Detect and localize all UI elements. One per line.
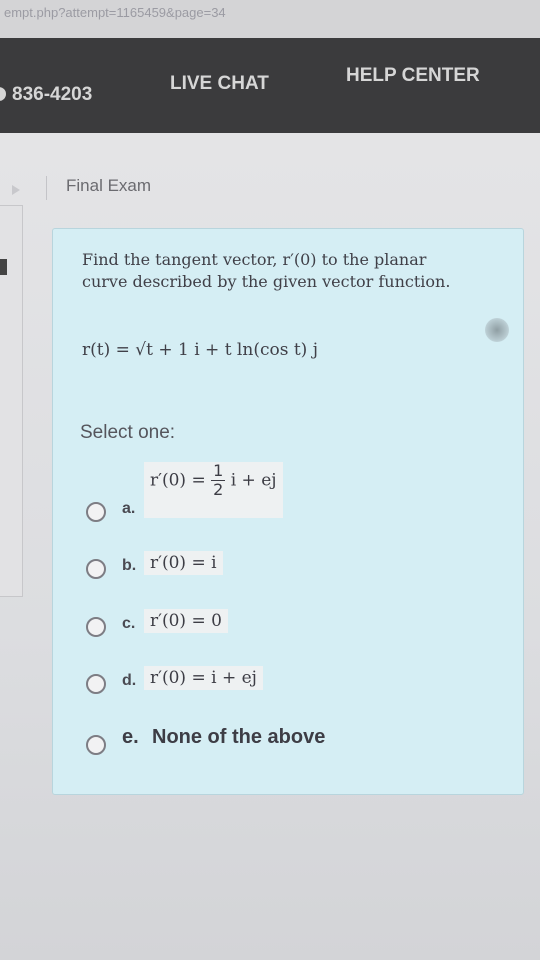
option-c-math[interactable]: r′(0) = 0	[144, 609, 228, 633]
live-chat-link[interactable]: LIVE CHAT	[170, 73, 269, 95]
breadcrumb-divider	[46, 176, 47, 200]
option-a-fraction: 1 2	[211, 461, 226, 499]
option-e-text[interactable]: None of the above	[152, 726, 325, 749]
breadcrumb-final-exam[interactable]: Final Exam	[66, 176, 151, 196]
option-b-radio[interactable]	[86, 559, 106, 579]
browser-address-bar[interactable]: empt.php?attempt=1165459&page=34	[0, 0, 540, 38]
help-center-link[interactable]: HELP CENTER	[346, 65, 480, 87]
phone-icon	[0, 87, 6, 101]
option-a-frac-den: 2	[213, 480, 224, 499]
option-c-radio[interactable]	[86, 617, 106, 637]
breadcrumb-arrow-icon	[12, 185, 20, 195]
phone-number[interactable]: 836-4203	[12, 84, 92, 106]
option-a-lhs: r′(0) =	[150, 470, 206, 491]
option-a-radio[interactable]	[86, 502, 106, 522]
option-d-radio[interactable]	[86, 674, 106, 694]
select-one-label: Select one:	[80, 422, 176, 443]
question-text: Find the tangent vector, r′(0) to the pl…	[82, 250, 451, 291]
option-d-math[interactable]: r′(0) = i + ej	[144, 666, 263, 690]
option-d-letter: d.	[122, 672, 137, 689]
top-navigation-bar: 836-4203 LIVE CHAT HELP CENTER	[0, 38, 540, 133]
url-text: empt.php?attempt=1165459&page=34	[4, 5, 226, 20]
option-e-radio[interactable]	[86, 735, 106, 755]
option-b-letter: b.	[122, 557, 137, 574]
option-e-letter: e.	[122, 726, 139, 748]
option-a-frac-num: 1	[211, 461, 226, 481]
question-number-marker	[0, 259, 7, 275]
question-formula: r(t) = √t + 1 i + t ln(cos t) j	[82, 340, 318, 360]
option-a-rhs: i + ej	[230, 470, 277, 491]
option-a-math[interactable]: r′(0) = 1 2 i + ej	[144, 462, 283, 518]
option-b-math[interactable]: r′(0) = i	[144, 551, 223, 575]
background-smudge	[485, 318, 509, 342]
option-a-letter: a.	[122, 500, 136, 517]
option-c-letter: c.	[122, 615, 136, 632]
